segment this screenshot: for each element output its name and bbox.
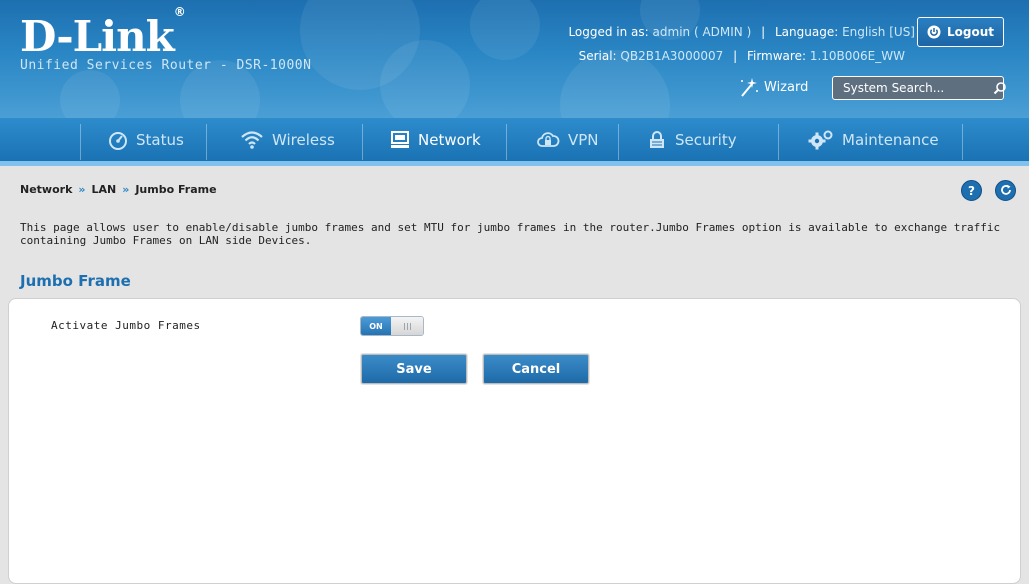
divider: | xyxy=(761,25,766,39)
nav-divider xyxy=(618,124,619,160)
help-icon: ? xyxy=(968,183,975,198)
nav-label: Maintenance xyxy=(842,130,939,149)
nav-label: Security xyxy=(675,130,737,149)
toggle-knob xyxy=(391,317,423,335)
section-title: Jumbo Frame xyxy=(20,272,131,290)
gears-icon xyxy=(808,130,834,150)
breadcrumb: Network » LAN » Jumbo Frame xyxy=(20,183,217,196)
breadcrumb-network[interactable]: Network xyxy=(20,183,72,196)
nav-item-maintenance[interactable]: Maintenance xyxy=(808,118,939,161)
nav-divider xyxy=(506,124,507,160)
save-button[interactable]: Save xyxy=(361,354,467,384)
system-search-box xyxy=(832,76,1007,100)
help-button[interactable]: ? xyxy=(961,180,982,201)
refresh-icon xyxy=(1000,181,1012,200)
logged-in-label: Logged in as: xyxy=(568,25,649,39)
wand-icon xyxy=(734,76,760,98)
logout-button[interactable]: Logout xyxy=(917,17,1004,47)
firmware-label: Firmware: xyxy=(746,49,806,63)
firmware-value: 1.10B006E_WW xyxy=(809,49,905,63)
nav-label: VPN xyxy=(568,130,599,149)
serial-value: QB2B1A3000007 xyxy=(620,49,724,63)
header-banner: D-Link® Unified Services Router - DSR-10… xyxy=(0,0,1029,118)
system-search-input[interactable] xyxy=(833,77,993,99)
device-info: Serial: QB2B1A3000007 | Firmware: 1.10B0… xyxy=(579,49,905,63)
nav-item-network[interactable]: Network xyxy=(390,118,481,161)
nav-divider xyxy=(80,124,81,160)
serial-label: Serial: xyxy=(578,49,617,63)
refresh-button[interactable] xyxy=(995,180,1016,201)
breadcrumb-separator: » xyxy=(78,183,86,196)
breadcrumb-lan[interactable]: LAN xyxy=(92,183,117,196)
nav-divider xyxy=(206,124,207,160)
nav-label: Wireless xyxy=(272,130,335,149)
monitor-icon xyxy=(390,130,410,150)
breadcrumb-separator: » xyxy=(122,183,130,196)
login-info: Logged in as: admin ( ADMIN ) | Language… xyxy=(568,25,915,39)
nav-label: Status xyxy=(136,130,184,149)
divider: | xyxy=(733,49,738,63)
activate-jumbo-frames-label: Activate Jumbo Frames xyxy=(51,319,201,332)
search-icon[interactable] xyxy=(993,77,1007,99)
wizard-label: Wizard xyxy=(764,79,809,95)
nav-item-security[interactable]: Security xyxy=(647,118,737,161)
cancel-button[interactable]: Cancel xyxy=(483,354,589,384)
jumbo-frames-toggle[interactable]: ON xyxy=(360,316,424,336)
page-description: This page allows user to enable/disable … xyxy=(20,221,1001,247)
toggle-on-label: ON xyxy=(361,317,391,335)
power-icon xyxy=(927,25,941,39)
nav-item-status[interactable]: Status xyxy=(108,118,184,161)
logout-label: Logout xyxy=(946,25,994,39)
nav-item-wireless[interactable]: Wireless xyxy=(240,118,335,161)
nav-divider xyxy=(778,124,779,160)
nav-divider xyxy=(962,124,963,160)
product-name: Unified Services Router - DSR-1000N xyxy=(20,58,312,73)
wifi-icon xyxy=(240,130,264,150)
lock-icon xyxy=(647,130,667,150)
breadcrumb-current: Jumbo Frame xyxy=(135,183,217,196)
logged-in-user: admin ( ADMIN ) xyxy=(652,25,752,39)
main-navigation: Status Wireless Network VPN Security Mai… xyxy=(0,118,1029,166)
nav-item-vpn[interactable]: VPN xyxy=(536,118,599,161)
cloud-lock-icon xyxy=(536,130,560,150)
wizard-button[interactable]: Wizard xyxy=(734,76,808,98)
language-label: Language: xyxy=(774,25,839,39)
jumbo-frame-panel: Activate Jumbo Frames ON Save Cancel xyxy=(8,298,1021,584)
nav-label: Network xyxy=(418,130,481,149)
language-selector[interactable]: English [US] xyxy=(842,25,915,39)
nav-divider xyxy=(362,124,363,160)
dlink-logo: D-Link® xyxy=(20,5,186,61)
gauge-icon xyxy=(108,130,128,150)
